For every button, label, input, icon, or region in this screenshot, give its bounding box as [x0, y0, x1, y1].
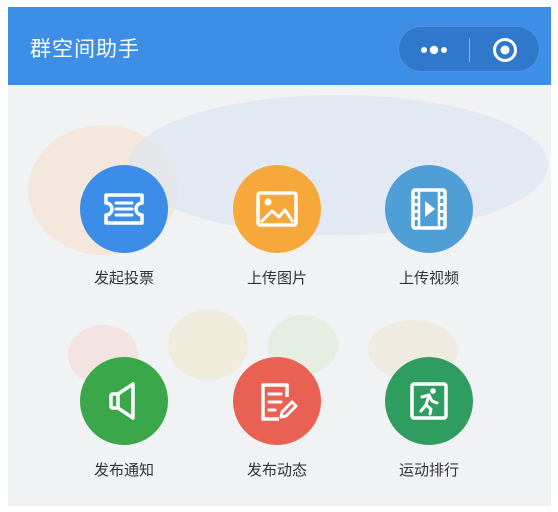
- menu-capsule: [398, 26, 540, 72]
- action-label: 上传视频: [398, 269, 459, 287]
- vote-circle: [80, 165, 168, 253]
- edit-note-icon: [261, 383, 298, 421]
- action-vote[interactable]: 发起投票: [64, 165, 184, 305]
- action-upload-video[interactable]: 上传视频: [369, 165, 489, 305]
- action-label: 运动排行: [398, 461, 459, 479]
- target-close-icon: [493, 38, 517, 62]
- video-circle: [385, 165, 473, 253]
- post-circle: [233, 357, 321, 445]
- more-button[interactable]: [399, 27, 469, 73]
- running-man-icon: [410, 382, 448, 420]
- content-area: 发起投票 上传图片 上传视频 发布通知 发布动态 运动排行: [8, 85, 551, 506]
- mini-program-window: 群空间助手 发起投票 上传图片 上传视频 发布通知 发布动态 运动排行: [8, 7, 551, 506]
- notice-circle: [80, 357, 168, 445]
- action-label: 发布通知: [93, 461, 154, 479]
- steps-circle: [385, 357, 473, 445]
- action-label: 发起投票: [93, 269, 154, 287]
- close-button[interactable]: [470, 27, 541, 73]
- action-label: 发布动态: [246, 461, 307, 479]
- action-post-update[interactable]: 发布动态: [217, 357, 337, 497]
- page-title: 群空间助手: [30, 37, 140, 61]
- more-dots-icon: [421, 45, 447, 55]
- image-icon: [256, 191, 298, 227]
- vote-ticket-icon: [104, 193, 144, 225]
- image-circle: [233, 165, 321, 253]
- action-upload-image[interactable]: 上传图片: [217, 165, 337, 305]
- action-label: 上传图片: [246, 269, 307, 287]
- video-film-icon: [411, 188, 447, 230]
- title-bar: 群空间助手: [8, 7, 551, 85]
- speaker-icon: [109, 382, 135, 420]
- action-post-notice[interactable]: 发布通知: [64, 357, 184, 497]
- action-steps-ranking[interactable]: 运动排行: [369, 357, 489, 497]
